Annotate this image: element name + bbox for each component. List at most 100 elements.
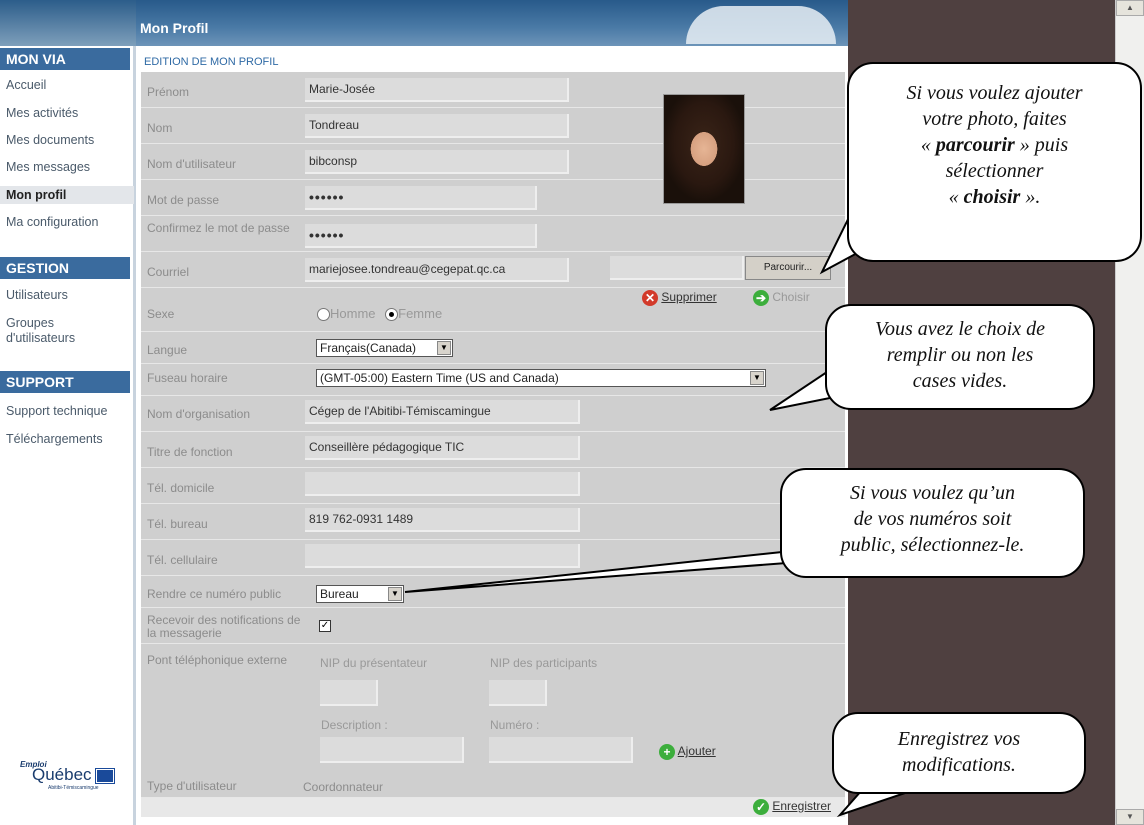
public-number-label: Rendre ce numéro public [147, 587, 282, 601]
sidebar-item-groupes[interactable]: Groupes d'utilisateurs [6, 316, 106, 346]
row-tel-cellulaire: Tél. cellulaire [141, 540, 845, 576]
callout-save-line2: modifications. [902, 754, 1016, 776]
password-input[interactable]: •••••• [305, 186, 537, 210]
chevron-down-icon: ▼ [437, 341, 451, 355]
nip-participants-input[interactable] [489, 680, 547, 706]
notifications-checkbox[interactable]: ✓ [319, 620, 331, 632]
sidebar-item-ma-configuration[interactable]: Ma configuration [6, 215, 131, 230]
logo-sub-text: Abitibi-Témiscamingue [48, 785, 99, 791]
sidebar-section-mon-via: MON VIA [0, 48, 130, 70]
nip-presentateur-input[interactable] [320, 680, 378, 706]
numero-label: Numéro : [490, 718, 540, 732]
callout-public-line2: de vos numéros soit [853, 508, 1012, 530]
nip-presentateur-label: NIP du présentateur [320, 656, 428, 670]
public-number-value: Bureau [320, 587, 359, 601]
sidebar-item-mon-profil[interactable]: Mon profil [0, 186, 134, 204]
description-input[interactable] [320, 737, 464, 763]
row-tel-domicile: Tél. domicile [141, 468, 845, 504]
callout-photo-bold1: parcourir [935, 134, 1015, 156]
choose-photo[interactable]: ➔ Choisir [753, 290, 810, 306]
password-label: Mot de passe [147, 193, 220, 207]
photo-file-input[interactable] [610, 256, 744, 280]
radio-femme[interactable] [385, 308, 399, 322]
description-label: Description : [321, 718, 388, 732]
sidebar-item-telechargements[interactable]: Téléchargements [6, 432, 131, 447]
callout-save-line1: Enregistrez vos [897, 728, 1021, 750]
confirm-input[interactable]: •••••• [305, 224, 537, 248]
profile-photo [663, 94, 745, 204]
tel-bureau-label: Tél. bureau [147, 517, 208, 531]
quebec-flag-icon [95, 767, 116, 784]
row-tel-bureau: Tél. bureau 819 762-0931 1489 [141, 504, 845, 540]
scroll-down-icon[interactable]: ▼ [1116, 809, 1144, 825]
tel-domicile-input[interactable] [305, 472, 580, 496]
tel-cellulaire-input[interactable] [305, 544, 580, 568]
save-button[interactable]: ✓ Enregistrer [752, 799, 831, 815]
chevron-down-icon: ▼ [388, 587, 402, 601]
nom-input[interactable]: Tondreau [305, 114, 569, 138]
prenom-input[interactable]: Marie-Josée [305, 78, 569, 102]
radio-homme[interactable] [317, 308, 330, 322]
sidebar-item-utilisateurs[interactable]: Utilisateurs [6, 288, 131, 303]
radio-femme-label: Femme [398, 306, 443, 321]
callout-photo-line5: « choisir ». [948, 186, 1041, 208]
scroll-up-icon[interactable]: ▲ [1116, 0, 1144, 16]
row-public-number: Rendre ce numéro public Bureau ▼ [141, 576, 845, 608]
delete-photo[interactable]: ✕ Supprimer [642, 290, 717, 306]
callout-public-line3: public, sélectionnez-le. [840, 534, 1025, 556]
save-link[interactable]: Enregistrer [772, 799, 831, 813]
choose-photo-label: Choisir [772, 290, 810, 305]
langue-select[interactable]: Français(Canada) ▼ [316, 339, 453, 357]
browse-button[interactable]: Parcourir... [745, 256, 831, 280]
row-fuseau: Fuseau horaire (GMT-05:00) Eastern Time … [141, 364, 845, 396]
callout-photo-line4: sélectionner [945, 160, 1044, 182]
row-confirm: Confirmez le mot de passe •••••• [141, 216, 845, 252]
username-input[interactable]: bibconsp [305, 150, 569, 174]
callout-empty: Vous avez le choix de remplir ou non les… [825, 304, 1095, 410]
radio-homme-label: Homme [330, 306, 376, 321]
langue-label: Langue [147, 343, 188, 357]
callout-save: Enregistrez vos modifications. [832, 712, 1086, 794]
callout-photo: Si vous voulez ajouter votre photo, fait… [847, 62, 1142, 262]
row-sexe: Sexe Homme Femme ✕ Supprimer ➔ Choisir [141, 288, 845, 332]
organisation-input[interactable]: Cégep de l'Abitibi-Témiscamingue [305, 400, 580, 424]
page-header: Mon Profil [136, 0, 848, 46]
row-notifications: Recevoir des notifications de la message… [141, 608, 845, 644]
sidebar: MON VIA Accueil Mes activités Mes docume… [0, 46, 136, 825]
nip-participants-label: NIP des participants [490, 656, 598, 670]
add-bridge[interactable]: + Ajouter [659, 744, 716, 760]
fuseau-select-value: (GMT-05:00) Eastern Time (US and Canada) [320, 371, 559, 385]
langue-select-value: Français(Canada) [320, 341, 417, 355]
callout-empty-line1: Vous avez le choix de [875, 318, 1045, 340]
titre-label: Titre de fonction [147, 445, 233, 459]
type-value: Coordonnateur [303, 780, 384, 794]
sexe-options: Homme Femme [317, 306, 443, 322]
courriel-input[interactable]: mariejosee.tondreau@cegepat.qc.ca [305, 258, 569, 282]
sidebar-item-mes-messages[interactable]: Mes messages [6, 160, 131, 175]
tel-domicile-label: Tél. domicile [147, 481, 215, 495]
notifications-label: Recevoir des notifications de la message… [147, 613, 301, 640]
row-courriel: Courriel mariejosee.tondreau@cegepat.qc.… [141, 252, 845, 288]
sidebar-item-accueil[interactable]: Accueil [6, 78, 131, 93]
organisation-label: Nom d'organisation [147, 407, 251, 421]
save-bar: ✓ Enregistrer [141, 798, 845, 817]
form-title: EDITION DE MON PROFIL [144, 56, 279, 68]
fuseau-select[interactable]: (GMT-05:00) Eastern Time (US and Canada)… [316, 369, 766, 387]
add-bridge-link[interactable]: Ajouter [678, 744, 716, 758]
callout-photo-line2: votre photo, faites [922, 108, 1067, 130]
row-titre: Titre de fonction Conseillère pédagogiqu… [141, 432, 845, 468]
sidebar-item-mes-activites[interactable]: Mes activités [6, 106, 131, 121]
emploi-quebec-logo: Emploi Québec Abitibi-Témiscamingue [20, 760, 125, 796]
sidebar-item-mes-documents[interactable]: Mes documents [6, 133, 131, 148]
nom-label: Nom [147, 121, 173, 135]
callout-photo-line3: « parcourir » puis [920, 134, 1069, 156]
sidebar-section-gestion: GESTION [0, 257, 130, 279]
public-number-select[interactable]: Bureau ▼ [316, 585, 404, 603]
chevron-down-icon: ▼ [750, 371, 764, 385]
sidebar-item-support-technique[interactable]: Support technique [6, 404, 131, 419]
confirm-label: Confirmez le mot de passe [147, 221, 290, 235]
delete-photo-link[interactable]: Supprimer [661, 290, 716, 304]
numero-input[interactable] [489, 737, 633, 763]
tel-bureau-input[interactable]: 819 762-0931 1489 [305, 508, 580, 532]
titre-input[interactable]: Conseillère pédagogique TIC [305, 436, 580, 460]
